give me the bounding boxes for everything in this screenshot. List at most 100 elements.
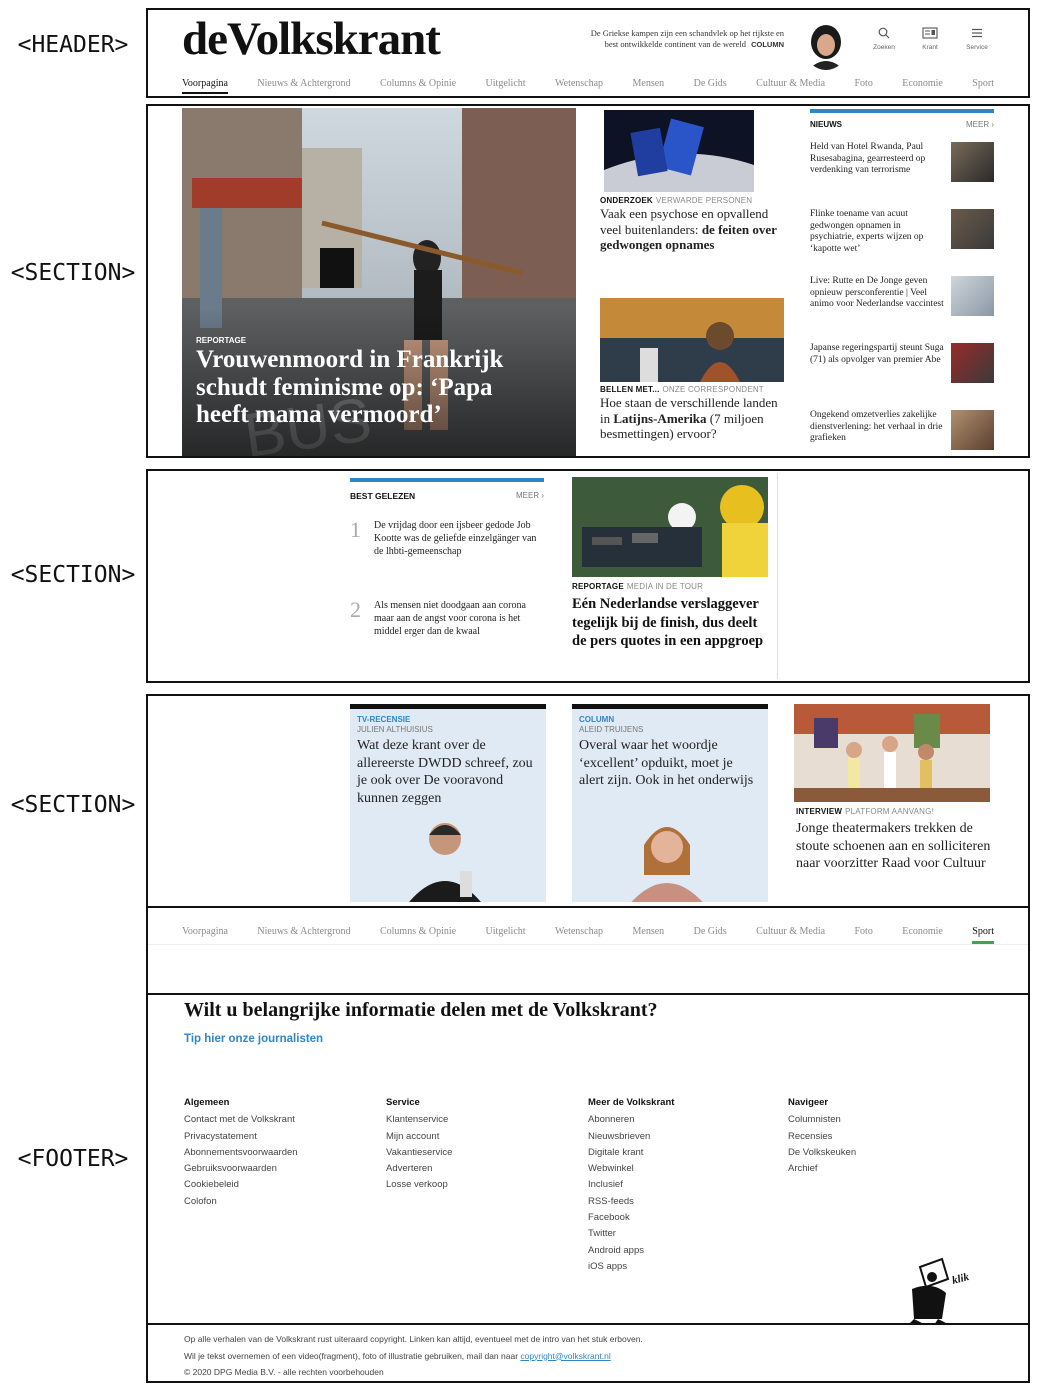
story-interview-subkicker: PLATFORM AANVANG! <box>845 807 935 816</box>
footer-link-inclusief[interactable]: Inclusief <box>588 1177 778 1193</box>
footer-link-vakantieservice[interactable]: Vakantieservice <box>386 1145 576 1161</box>
footer-link-losse-verkoop[interactable]: Losse verkoop <box>386 1177 576 1193</box>
nav-item-uitgelicht[interactable]: Uitgelicht <box>486 78 526 94</box>
footer-link-privacystatement[interactable]: Privacystatement <box>184 1129 374 1145</box>
copyright-email-link[interactable]: copyright@volkskrant.nl <box>520 1351 610 1361</box>
section-top-stories: BUS REPORTAGE Vrouwenmoord in Frankrijk … <box>146 104 1030 458</box>
service-button[interactable]: Service <box>962 26 992 51</box>
bottom-nav-item-economie[interactable]: Economie <box>902 926 943 944</box>
footer-column-service: Service Klantenservice Mijn account Vakanti… <box>386 1095 576 1194</box>
bottom-nav-item-sport[interactable]: Sport <box>972 926 994 944</box>
story-interview[interactable]: INTERVIEW PLATFORM AANVANG! Jonge theater… <box>794 704 992 902</box>
nav-item-sport[interactable]: Sport <box>972 78 994 94</box>
footer-link-ios-apps[interactable]: iOS apps <box>588 1259 778 1275</box>
nav-item-nieuws-achtergrond[interactable]: Nieuws & Achtergrond <box>257 78 350 94</box>
story-interview-photo <box>794 704 990 802</box>
bottom-nav-item-mensen[interactable]: Mensen <box>633 926 665 944</box>
nav-item-columns-opinie[interactable]: Columns & Opinie <box>380 78 456 94</box>
krant-label: Krant <box>922 44 938 51</box>
news-item[interactable]: Held van Hotel Rwanda, Paul Rusesabagina… <box>810 142 994 198</box>
columnist-avatar[interactable] <box>804 22 848 70</box>
news-item-thumbnail <box>951 343 994 383</box>
bottom-nav-item-cultuur-media[interactable]: Cultuur & Media <box>756 926 825 944</box>
news-item[interactable]: Live: Rutte en De Jonge geven opnieuw pe… <box>810 276 994 332</box>
footer-column-title: Algemeen <box>184 1097 230 1108</box>
footer-link-abonnementsvoorwaarden[interactable]: Abonnementsvoorwaarden <box>184 1145 374 1161</box>
footer-link-recensies[interactable]: Recensies <box>788 1129 978 1145</box>
news-item[interactable]: Ongekend omzetverlies zakelijke dienstve… <box>810 410 994 456</box>
nav-item-economie[interactable]: Economie <box>902 78 943 94</box>
bottom-nav-item-uitgelicht[interactable]: Uitgelicht <box>486 926 526 944</box>
news-label: NIEUWS <box>810 120 842 129</box>
story-tour-subkicker: MEDIA IN DE TOUR <box>626 582 704 591</box>
footer-link-twitter[interactable]: Twitter <box>588 1226 778 1242</box>
best-accent-bar <box>350 478 544 482</box>
news-item[interactable]: Flinke toename van acuut gedwongen opnam… <box>810 209 994 265</box>
best-item-number: 1 <box>350 517 361 542</box>
footer-link-colofon[interactable]: Colofon <box>184 1194 374 1210</box>
footer-link-columnisten[interactable]: Columnisten <box>788 1112 978 1128</box>
news-item[interactable]: Japanse regeringspartij steunt Suga (71)… <box>810 343 994 399</box>
footer-link-de-volkskeuken[interactable]: De Volkskeuken <box>788 1145 978 1161</box>
header-teaser-tag: COLUMN <box>751 39 784 49</box>
site-logo[interactable]: deVolkskrant <box>182 12 441 66</box>
story-bellen-title: Hoe staan de verschillende landen in Lat… <box>600 395 780 442</box>
bottom-nav-item-wetenschap[interactable]: Wetenschap <box>555 926 603 944</box>
news-item-thumbnail <box>951 276 994 316</box>
footer-link-mijn-account[interactable]: Mijn account <box>386 1129 576 1145</box>
card-column-kicker: COLUMN <box>579 715 615 724</box>
card-tv-recensie[interactable]: TV-RECENSIE JULIEN ALTHUISIUS Wat deze k… <box>350 704 546 902</box>
story-onderzoek-title: Vaak een psychose en opvallend veel buit… <box>600 206 786 253</box>
footer-link-klantenservice[interactable]: Klantenservice <box>386 1112 576 1128</box>
bottom-nav-divider <box>148 944 1028 945</box>
hero-story[interactable]: BUS REPORTAGE Vrouwenmoord in Frankrijk … <box>182 108 576 456</box>
footer-link-archief[interactable]: Archief <box>788 1161 978 1177</box>
footer-link-webwinkel[interactable]: Webwinkel <box>588 1161 778 1177</box>
bottom-nav-item-voorpagina[interactable]: Voorpagina <box>182 926 228 944</box>
footer-column-navigeer: Navigeer Columnisten Recensies De Volkskeuk… <box>788 1095 978 1177</box>
news-more-link[interactable]: MEER › <box>954 120 994 129</box>
footer-link-android-apps[interactable]: Android apps <box>588 1243 778 1259</box>
nav-item-foto[interactable]: Foto <box>855 78 873 94</box>
header-teaser[interactable]: De Griekse kampen zijn een schandvlek op… <box>588 28 784 50</box>
story-bellen-subkicker: ONZE CORRESPONDENT <box>662 385 764 394</box>
story-bellen-kicker: BELLEN MET... ONZE CORRESPONDENT <box>600 385 764 394</box>
card-column-portrait <box>631 827 703 902</box>
header: deVolkskrant De Griekse kampen zijn een … <box>146 8 1030 98</box>
footer-column-algemeen: Algemeen Contact met de Volkskrant Privacy… <box>184 1095 374 1210</box>
story-bellen-title-bold: Latijns-Amerika <box>613 410 707 426</box>
footer-link-facebook[interactable]: Facebook <box>588 1210 778 1226</box>
footer-column-title: Service <box>386 1097 420 1108</box>
nav-item-de-gids[interactable]: De Gids <box>694 78 727 94</box>
story-bellen-met[interactable]: BELLEN MET... ONZE CORRESPONDENT Hoe staa… <box>600 298 786 456</box>
footer-link-adverteren[interactable]: Adverteren <box>386 1161 576 1177</box>
bottom-nav: Voorpagina Nieuws & Achtergrond Columns & … <box>148 926 1028 944</box>
footer-link-gebruiksvoorwaarden[interactable]: Gebruiksvoorwaarden <box>184 1161 374 1177</box>
bottom-nav-item-foto[interactable]: Foto <box>855 926 873 944</box>
footer-column-meer-de-volkskrant: Meer de Volkskrant Abonneren Nieuwsbrieven… <box>588 1095 778 1275</box>
nav-item-wetenschap[interactable]: Wetenschap <box>555 78 603 94</box>
footer-link-contact-met-de-volkskrant[interactable]: Contact met de Volkskrant <box>184 1112 374 1128</box>
story-tour[interactable]: REPORTAGE MEDIA IN DE TOUR Eén Nederlands… <box>566 473 778 679</box>
story-interview-kicker-text: INTERVIEW <box>796 807 843 816</box>
card-column-title: Overal waar het woordje ‘excellent’ opdu… <box>579 738 754 788</box>
footer-tip-link[interactable]: Tip hier onze journalisten <box>184 1033 323 1045</box>
story-onderzoek[interactable]: ONDERZOEK VERWARDE PERSONEN Vaak een psyc… <box>600 110 786 286</box>
best-more-link[interactable]: MEER › <box>504 491 544 500</box>
nav-item-cultuur-media[interactable]: Cultuur & Media <box>756 78 825 94</box>
bottom-nav-item-de-gids[interactable]: De Gids <box>694 926 727 944</box>
footer-link-cookiebeleid[interactable]: Cookiebeleid <box>184 1177 374 1193</box>
footer-link-digitale-krant[interactable]: Digitale krant <box>588 1145 778 1161</box>
footer-link-abonneren[interactable]: Abonneren <box>588 1112 778 1128</box>
footer-link-nieuwsbrieven[interactable]: Nieuwsbrieven <box>588 1129 778 1145</box>
copyright-line-3: © 2020 DPG Media B.V. - alle rechten voo… <box>184 1367 384 1377</box>
nav-item-voorpagina[interactable]: Voorpagina <box>182 78 228 94</box>
footer-link-rss-feeds[interactable]: RSS-feeds <box>588 1194 778 1210</box>
bottom-nav-item-columns-opinie[interactable]: Columns & Opinie <box>380 926 456 944</box>
bottom-nav-item-nieuws-achtergrond[interactable]: Nieuws & Achtergrond <box>257 926 350 944</box>
krant-button[interactable]: Krant <box>918 26 942 51</box>
card-column[interactable]: COLUMN ALEID TRUIJENS Overal waar het wo… <box>572 704 768 902</box>
nav-item-mensen[interactable]: Mensen <box>633 78 665 94</box>
section-best-gelezen: BEST GELEZEN MEER › 1 De vrijdag door een… <box>146 469 1030 683</box>
search-button[interactable]: Zoeken <box>872 26 896 51</box>
